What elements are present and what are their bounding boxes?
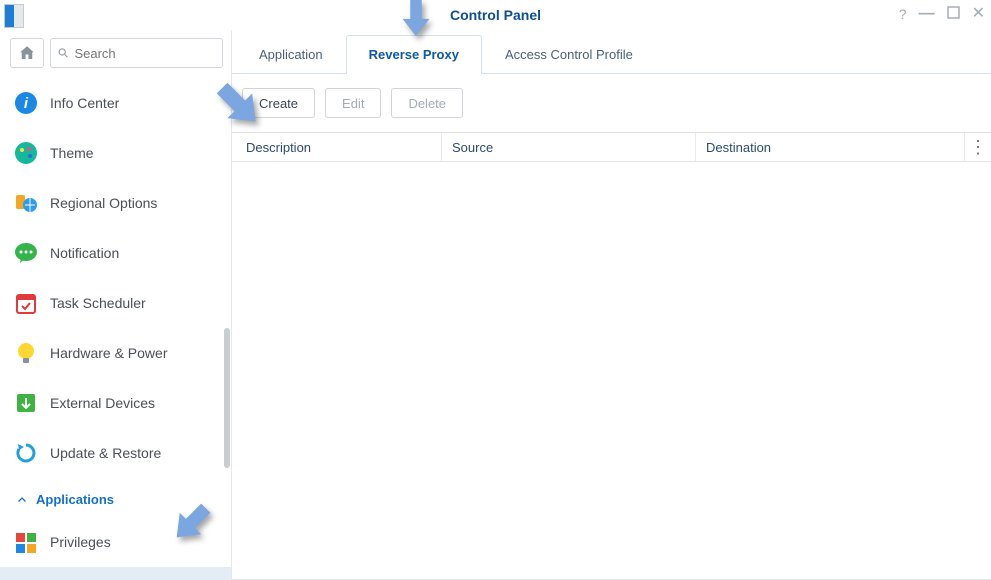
close-button[interactable]: ✕ <box>972 6 985 23</box>
calendar-icon <box>14 291 38 315</box>
sidebar-item-label: Privileges <box>50 534 111 550</box>
device-icon <box>14 391 38 415</box>
sidebar: i Info Center Theme Regional Options Not… <box>0 30 232 580</box>
tab-application[interactable]: Application <box>236 35 346 74</box>
toolbar: Create Edit Delete <box>232 74 991 132</box>
refresh-icon <box>14 441 38 465</box>
sidebar-item-update[interactable]: Update & Restore <box>0 428 231 478</box>
info-icon: i <box>14 91 38 115</box>
search-input[interactable] <box>74 46 216 61</box>
tab-access-control[interactable]: Access Control Profile <box>482 35 656 74</box>
col-destination[interactable]: Destination <box>696 133 965 161</box>
sidebar-item-label: External Devices <box>50 395 155 411</box>
sidebar-item-external[interactable]: External Devices <box>0 378 231 428</box>
help-button[interactable]: ? <box>899 6 907 23</box>
sidebar-item-privileges[interactable]: Privileges <box>0 517 231 567</box>
edit-button[interactable]: Edit <box>325 88 381 118</box>
layout: i Info Center Theme Regional Options Not… <box>0 30 991 580</box>
create-button[interactable]: Create <box>242 88 315 118</box>
main-content: Application Reverse Proxy Access Control… <box>232 30 991 580</box>
sidebar-item-label: Info Center <box>50 95 119 111</box>
search-icon <box>57 46 69 60</box>
sidebar-item-theme[interactable]: Theme <box>0 128 231 178</box>
scrollbar-thumb[interactable] <box>224 328 230 468</box>
privileges-icon <box>14 530 38 554</box>
sidebar-item-app-portal[interactable]: Application Portal <box>0 567 231 580</box>
col-description[interactable]: Description <box>232 133 442 161</box>
search-box[interactable] <box>50 38 223 68</box>
sidebar-list: i Info Center Theme Regional Options Not… <box>0 78 231 580</box>
window-controls: ? — ✕ <box>899 6 985 23</box>
sidebar-item-notification[interactable]: Notification <box>0 228 231 278</box>
sidebar-item-label: Notification <box>50 245 119 261</box>
bulb-icon <box>14 341 38 365</box>
sidebar-item-scheduler[interactable]: Task Scheduler <box>0 278 231 328</box>
chat-icon <box>14 241 38 265</box>
regional-icon <box>14 191 38 215</box>
chevron-up-icon <box>16 494 28 506</box>
sidebar-item-info-center[interactable]: i Info Center <box>0 78 231 128</box>
window-title: Control Panel <box>0 7 991 23</box>
maximize-button[interactable] <box>947 6 960 23</box>
delete-button[interactable]: Delete <box>391 88 463 118</box>
sidebar-top <box>0 30 231 78</box>
sidebar-item-label: Task Scheduler <box>50 295 146 311</box>
home-icon <box>18 44 36 62</box>
tab-reverse-proxy[interactable]: Reverse Proxy <box>346 35 482 74</box>
minimize-button[interactable]: — <box>919 6 935 23</box>
palette-icon <box>14 141 38 165</box>
sidebar-item-label: Update & Restore <box>50 445 161 461</box>
sidebar-item-label: Theme <box>50 145 94 161</box>
sidebar-item-label: Regional Options <box>50 195 157 211</box>
sidebar-item-label: Hardware & Power <box>50 345 168 361</box>
section-label: Applications <box>36 492 114 507</box>
table-header: Description Source Destination ⋮ <box>232 132 991 162</box>
home-button[interactable] <box>10 38 44 68</box>
col-source[interactable]: Source <box>442 133 696 161</box>
tabs: Application Reverse Proxy Access Control… <box>232 30 991 74</box>
col-more-button[interactable]: ⋮ <box>965 137 991 158</box>
sidebar-item-hardware[interactable]: Hardware & Power <box>0 328 231 378</box>
table-body <box>232 162 991 580</box>
sidebar-item-regional[interactable]: Regional Options <box>0 178 231 228</box>
section-applications[interactable]: Applications <box>0 478 231 517</box>
titlebar: Control Panel ? — ✕ <box>0 0 991 30</box>
